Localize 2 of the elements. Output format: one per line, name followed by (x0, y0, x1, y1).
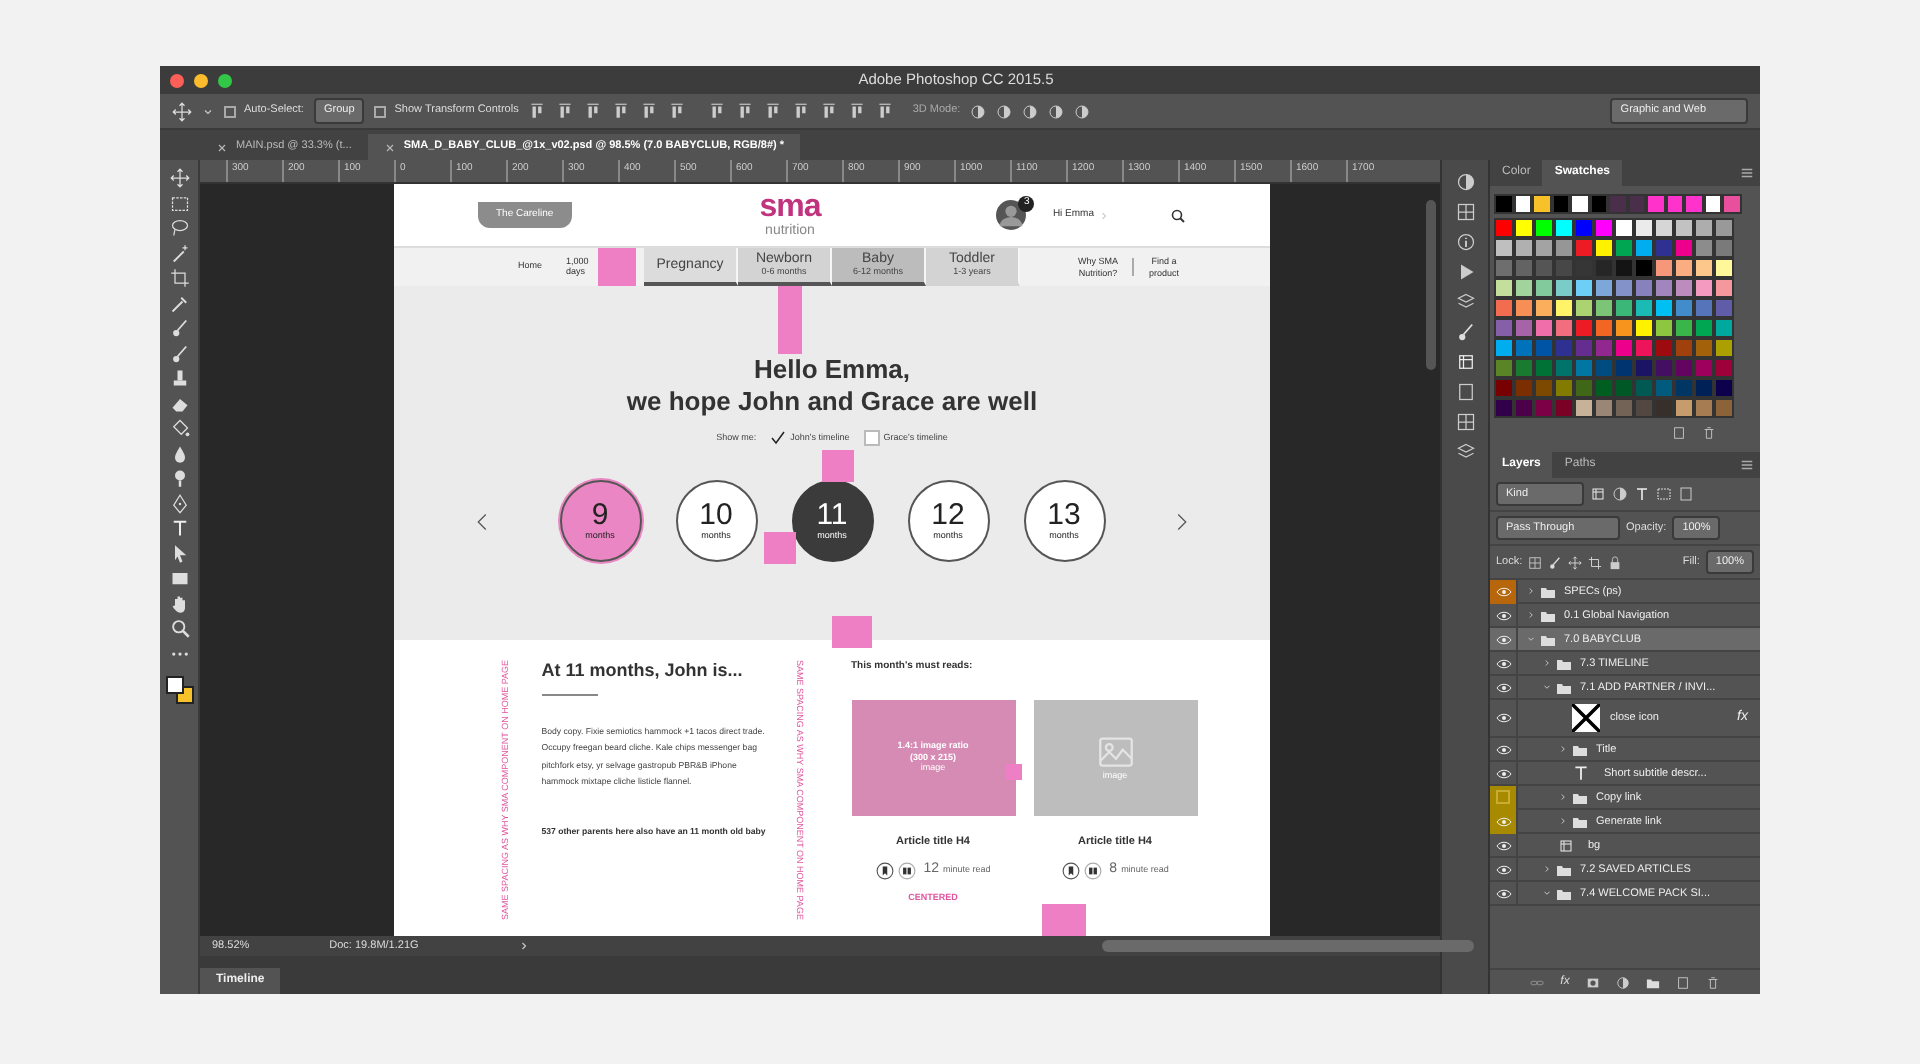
hero-heading: Hello Emma, we hope John and Grace are well (626, 354, 1038, 417)
section-heading: At 11 months, John is... (541, 658, 745, 684)
